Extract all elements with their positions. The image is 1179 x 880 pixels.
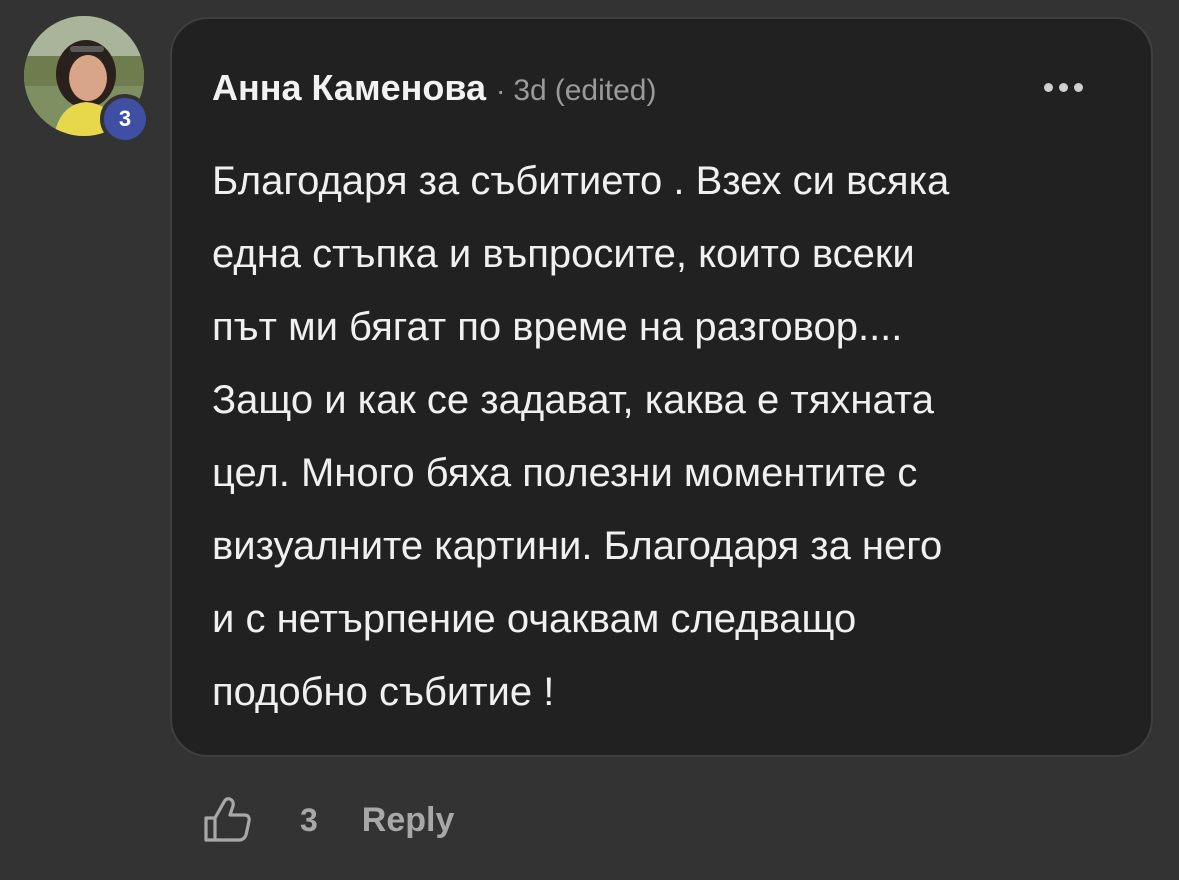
more-dot <box>1074 83 1083 92</box>
level-badge: 3 <box>100 94 150 144</box>
comment-line: подобно събитие ! <box>212 670 555 714</box>
more-dot <box>1059 83 1068 92</box>
comment-line: една стъпка и въпросите, които всеки <box>212 232 915 276</box>
edited-label: (edited) <box>554 74 657 107</box>
more-dot <box>1044 83 1053 92</box>
comment-line: и с нетърпение очаквам следващо <box>212 597 857 641</box>
author-name[interactable]: Анна Каменова <box>212 67 486 109</box>
like-count: 3 <box>300 801 318 838</box>
comment-line: Благодаря за събитието . Взех си всяка <box>212 159 950 203</box>
comment-line: път ми бягат по време на разговор.... <box>212 305 903 349</box>
comment-line: Защо и как се задават, каква е тяхната <box>212 378 934 422</box>
comment-meta: Анна Каменова · 3d (edited) <box>212 67 656 109</box>
author-avatar-container[interactable]: 3 <box>24 16 150 144</box>
comment-line: цел. Много бяха полезни моментите с <box>212 451 918 495</box>
comment-timestamp[interactable]: 3d <box>513 74 546 108</box>
more-options-icon[interactable] <box>1038 77 1089 98</box>
comment-bubble: Анна Каменова · 3d (edited) Благодаря за… <box>170 17 1153 757</box>
comment-body: Благодаря за събитието . Взех си всяка е… <box>212 145 1112 729</box>
thumbs-up-icon[interactable] <box>202 794 254 846</box>
comment-line: визуалните картини. Благодаря за него <box>212 524 943 568</box>
meta-separator: · <box>496 75 506 106</box>
comment-actions: 3 Reply <box>202 790 454 850</box>
reply-button[interactable]: Reply <box>362 801 455 840</box>
